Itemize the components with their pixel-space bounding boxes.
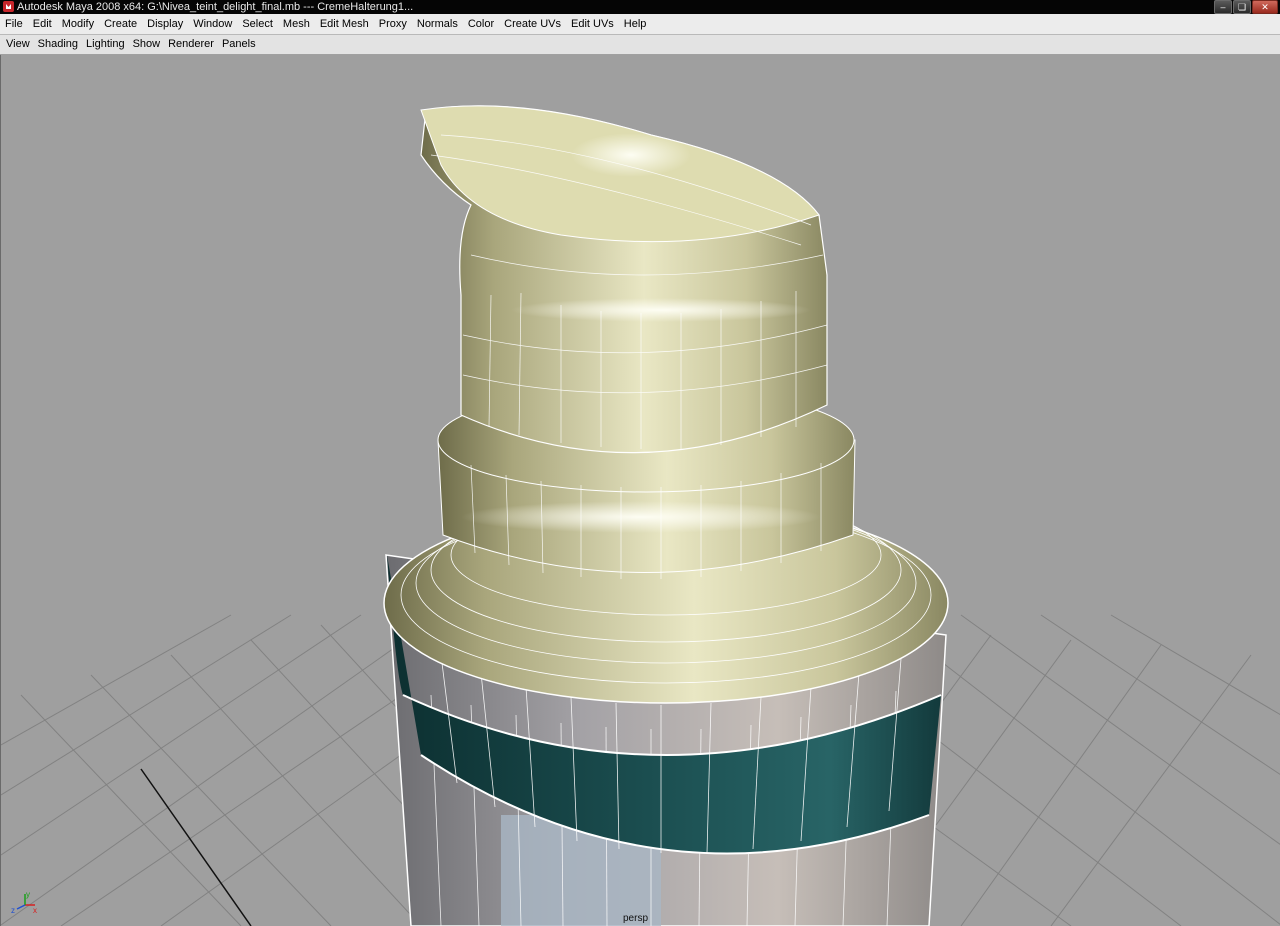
window-controls: – ❏ ✕ [1214,0,1278,14]
menu-create-uvs[interactable]: Create UVs [499,14,566,34]
panel-menu-shading[interactable]: Shading [34,35,82,54]
restore-icon[interactable]: ❏ [1233,0,1251,14]
menu-edit-uvs[interactable]: Edit UVs [566,14,619,34]
menu-proxy[interactable]: Proxy [374,14,412,34]
close-icon[interactable]: ✕ [1252,0,1278,14]
panel-menu-show[interactable]: Show [129,35,165,54]
menu-mesh[interactable]: Mesh [278,14,315,34]
menu-modify[interactable]: Modify [57,14,99,34]
menu-file[interactable]: File [0,14,28,34]
viewport-scene[interactable] [1,55,1280,926]
menu-edit[interactable]: Edit [28,14,57,34]
menu-display[interactable]: Display [142,14,188,34]
perspective-viewport[interactable]: persp x y z [0,55,1280,926]
axis-gizmo-icon: x y z [11,891,37,913]
menu-color[interactable]: Color [463,14,499,34]
window-title: Autodesk Maya 2008 x64: G:\Nivea_teint_d… [17,1,414,13]
menu-create[interactable]: Create [99,14,142,34]
panel-menu-lighting[interactable]: Lighting [82,35,129,54]
axis-y-label: y [26,891,30,899]
panel-menu-view[interactable]: View [0,35,34,54]
grid-axis-line [140,768,252,926]
menu-help[interactable]: Help [619,14,652,34]
panel-menu-renderer[interactable]: Renderer [164,35,218,54]
panel-menu-bar: View Shading Lighting Show Renderer Pane… [0,35,1280,55]
menu-normals[interactable]: Normals [412,14,463,34]
panel-menu-panels[interactable]: Panels [218,35,260,54]
maya-logo-icon [3,1,14,12]
menu-edit-mesh[interactable]: Edit Mesh [315,14,374,34]
menu-select[interactable]: Select [237,14,278,34]
title-bar: Autodesk Maya 2008 x64: G:\Nivea_teint_d… [0,0,1280,14]
menu-window[interactable]: Window [188,14,237,34]
main-menu-bar: File Edit Modify Create Display Window S… [0,14,1280,35]
minimize-icon[interactable]: – [1214,0,1232,14]
axis-z-label: z [11,906,15,913]
camera-label: persp [623,913,649,924]
axis-x-label: x [33,906,37,913]
pump-upper-head [420,105,828,454]
